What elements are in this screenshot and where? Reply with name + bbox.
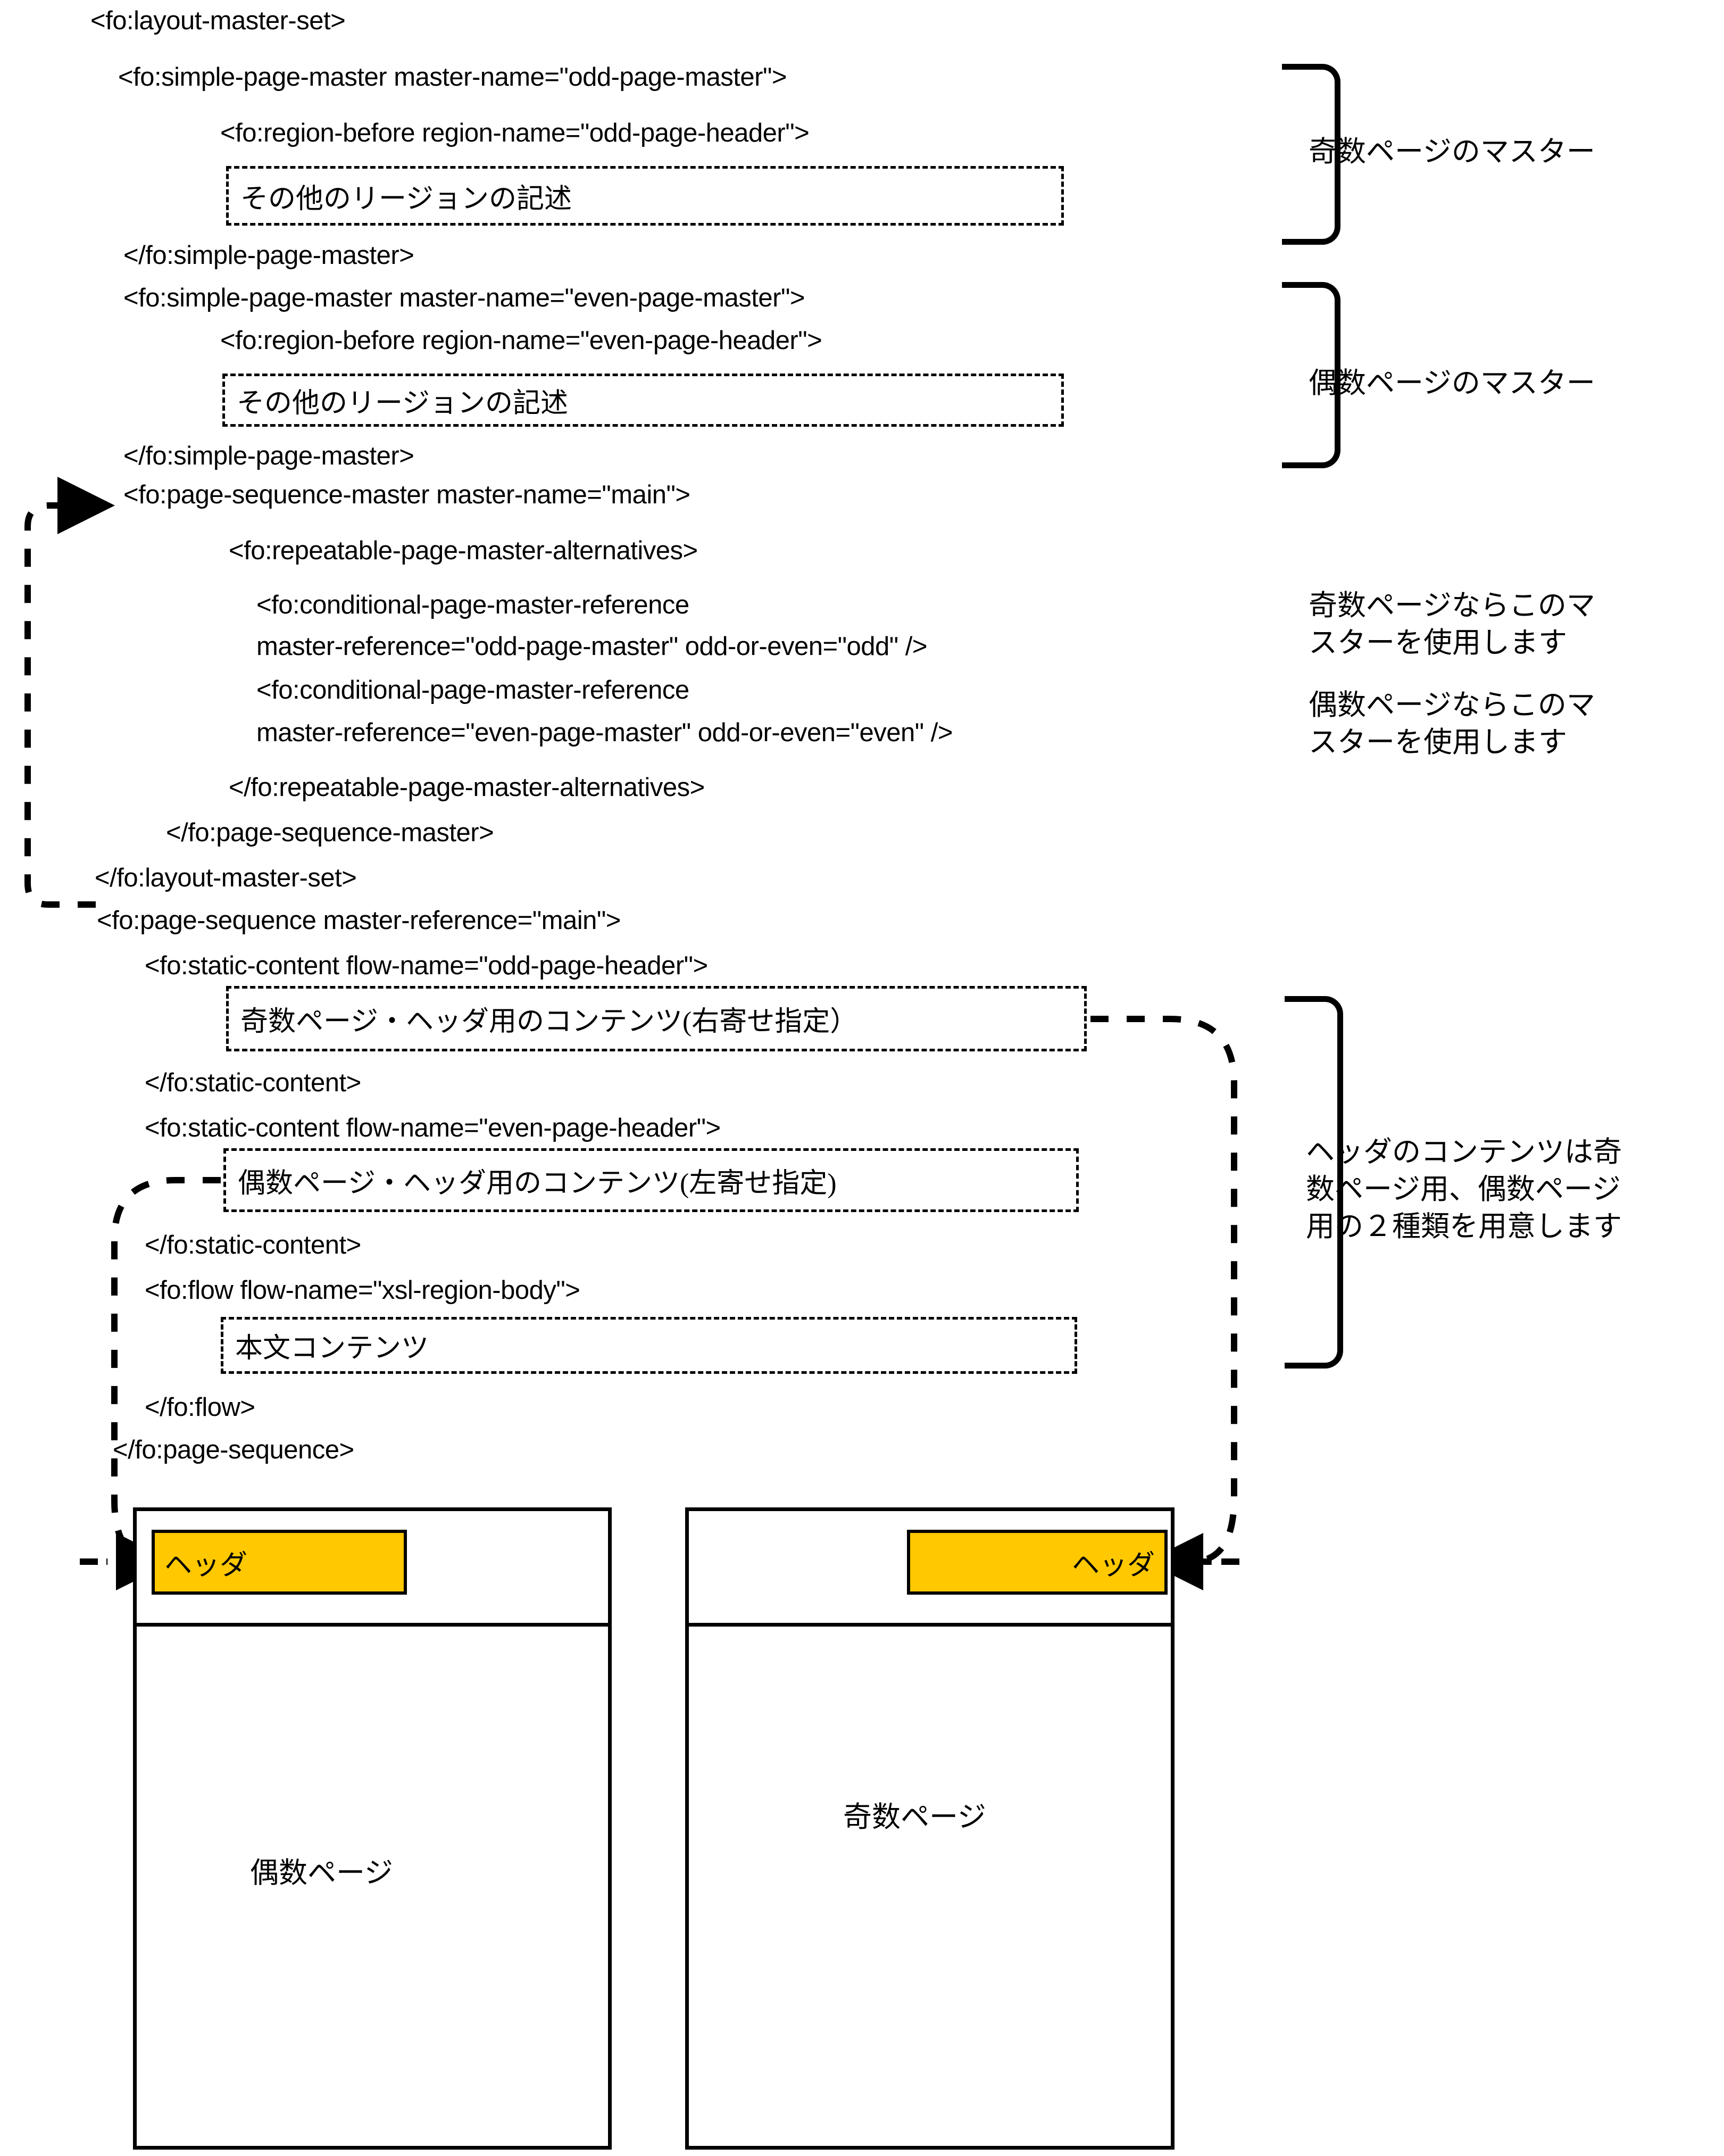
- odd-page-label: 奇数ページ: [843, 1801, 986, 1833]
- code-line: master-reference="odd-page-master" odd-o…: [256, 632, 927, 661]
- wire-page-sequence-to-master: [24, 477, 115, 908]
- annotation-even-conditional: 偶数ページならこのマ スターを使用します: [1309, 689, 1595, 759]
- code-line: <fo:conditional-page-master-reference: [256, 676, 689, 704]
- body-content-label: 本文コンテンツ: [235, 1333, 429, 1364]
- content-placeholder-box: その他のリージョンの記述: [222, 374, 1064, 427]
- content-placeholder-label: その他のリージョンの記述: [240, 184, 572, 214]
- even-header-content-label: 偶数ページ・ヘッダ用のコンテンツ(左寄せ指定): [238, 1168, 837, 1199]
- code-line: <fo:region-before region-name="even-page…: [220, 326, 822, 355]
- code-line: </fo:repeatable-page-master-alternatives…: [229, 773, 705, 802]
- code-line: <fo:layout-master-set>: [90, 6, 346, 35]
- code-line: <fo:flow flow-name="xsl-region-body">: [145, 1276, 580, 1305]
- diagram-canvas: <fo:layout-master-set> <fo:simple-page-m…: [0, 0, 1724, 2156]
- code-line: </fo:flow>: [145, 1393, 255, 1422]
- code-line: <fo:simple-page-master master-name="odd-…: [118, 63, 787, 92]
- code-line: </fo:static-content>: [145, 1068, 361, 1097]
- code-line: <fo:static-content flow-name="odd-page-h…: [145, 951, 708, 980]
- even-page-header-rule: [133, 1623, 612, 1627]
- annotation-header-contents: ヘッダのコンテンツは奇 数ページ用、偶数ページ 用の２種類を用意します: [1306, 1136, 1622, 1243]
- code-line: <fo:conditional-page-master-reference: [256, 591, 689, 619]
- code-line: <fo:repeatable-page-master-alternatives>: [229, 536, 698, 565]
- even-page-label: 偶数ページ: [250, 1857, 393, 1889]
- content-placeholder-label: その他のリージョンの記述: [237, 388, 568, 419]
- code-line: <fo:static-content flow-name="even-page-…: [145, 1114, 721, 1142]
- code-line: master-reference="even-page-master" odd-…: [256, 718, 953, 747]
- code-line: </fo:simple-page-master>: [123, 241, 414, 270]
- annotation-even-master: 偶数ページのマスター: [1309, 367, 1595, 399]
- code-line: <fo:region-before region-name="odd-page-…: [220, 119, 810, 147]
- code-line: <fo:page-sequence master-reference="main…: [97, 906, 621, 935]
- odd-page-header-label: ヘッダ: [1071, 1550, 1155, 1581]
- even-page-mockup: [133, 1507, 612, 2150]
- wire-odd-header-to-right-page: [1090, 1016, 1237, 1565]
- odd-header-content-label: 奇数ページ・ヘッダ用のコンテンツ(右寄せ指定）: [240, 1007, 858, 1037]
- body-content-box: 本文コンテンツ: [221, 1317, 1077, 1374]
- odd-page-header-box: ヘッダ: [907, 1530, 1168, 1595]
- odd-page-header-rule: [685, 1623, 1175, 1627]
- code-line: </fo:layout-master-set>: [95, 864, 357, 892]
- annotation-odd-master: 奇数ページのマスター: [1309, 136, 1595, 168]
- code-line: </fo:page-sequence>: [113, 1436, 354, 1464]
- even-page-header-box: ヘッダ: [152, 1530, 407, 1595]
- even-page-header-label: ヘッダ: [164, 1550, 248, 1581]
- odd-header-content-box: 奇数ページ・ヘッダ用のコンテンツ(右寄せ指定）: [226, 986, 1087, 1051]
- code-line: <fo:page-sequence-master master-name="ma…: [123, 480, 690, 509]
- code-line: </fo:simple-page-master>: [123, 442, 414, 470]
- annotation-odd-conditional: 奇数ページならこのマ スターを使用します: [1309, 590, 1595, 659]
- code-line: </fo:page-sequence-master>: [166, 818, 494, 847]
- content-placeholder-box: その他のリージョンの記述: [226, 166, 1064, 226]
- even-header-content-box: 偶数ページ・ヘッダ用のコンテンツ(左寄せ指定): [223, 1148, 1079, 1212]
- code-line: <fo:simple-page-master master-name="even…: [123, 284, 805, 312]
- code-line: </fo:static-content>: [145, 1231, 361, 1259]
